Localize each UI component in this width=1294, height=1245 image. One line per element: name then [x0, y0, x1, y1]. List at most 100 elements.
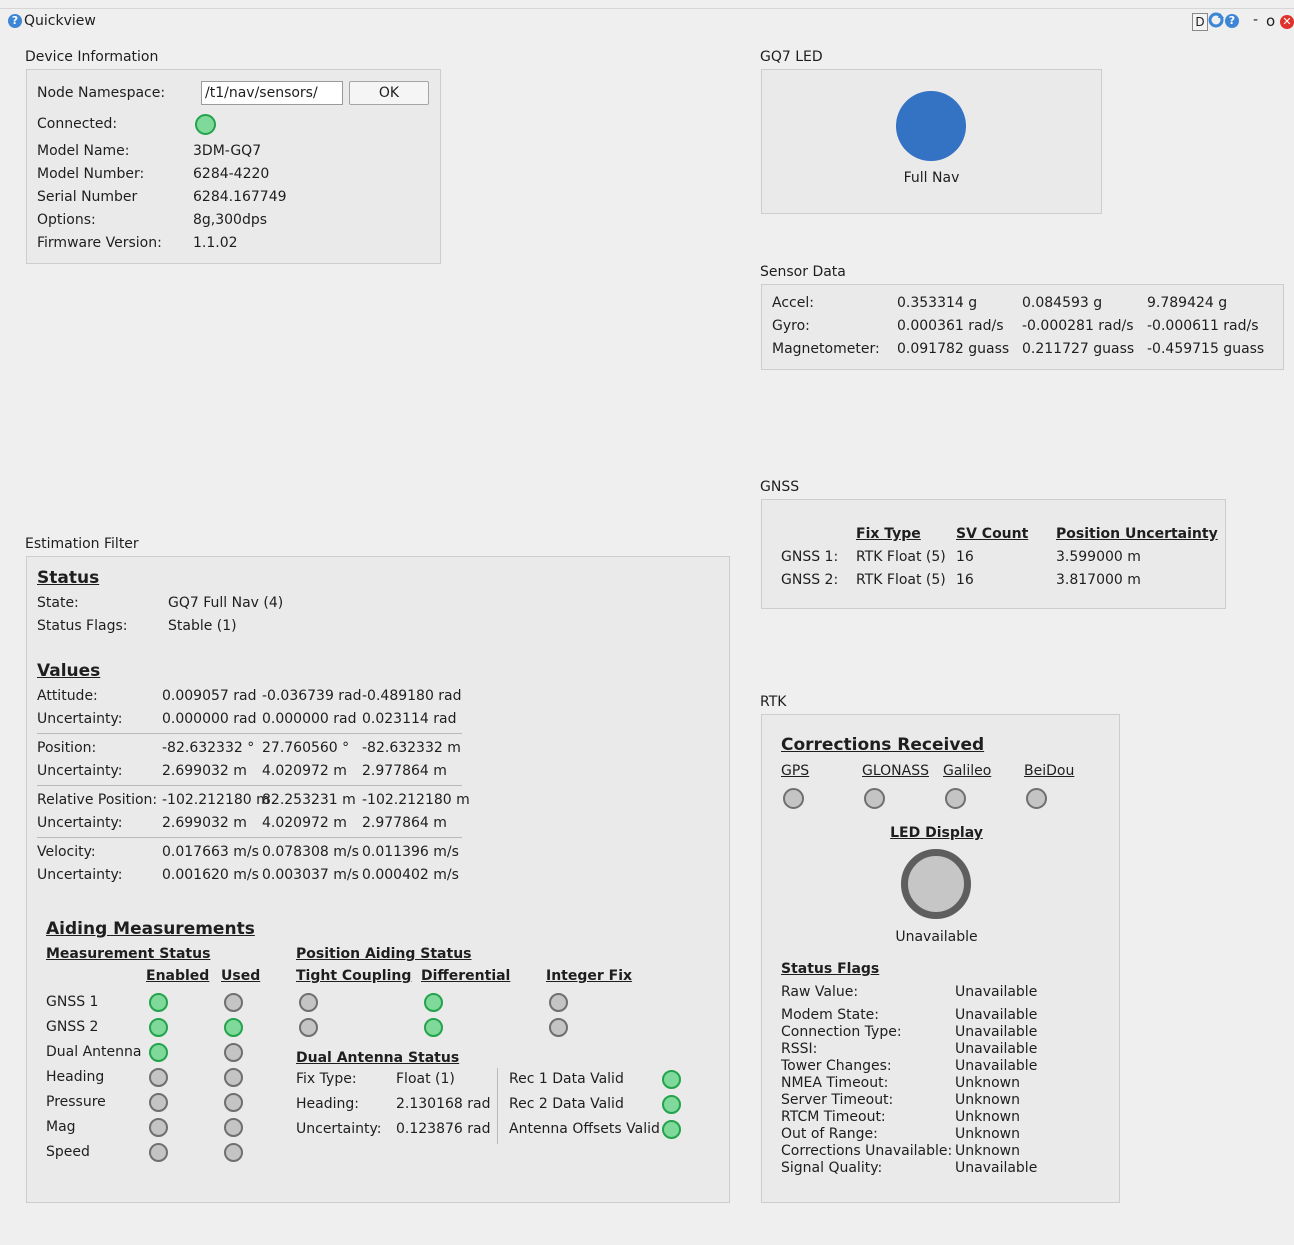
status-header: Status: [37, 568, 100, 588]
differential-indicator: [424, 993, 443, 1012]
sensor-row-label: Gyro:: [772, 318, 810, 334]
estimation-value: 2.977864 m: [362, 815, 447, 831]
integer-fix-header: Integer Fix: [546, 968, 633, 984]
tight-coupling-indicator: [299, 993, 318, 1012]
enabled-indicator: [149, 993, 168, 1012]
sensor-value-z: 9.789424 g: [1147, 295, 1228, 311]
used-indicator: [224, 993, 243, 1012]
integer-fix-indicator: [549, 993, 568, 1012]
rtk-led-indicator: [901, 849, 971, 919]
gnss-header-unc: Position Uncertainty: [1056, 526, 1218, 542]
connected-indicator: [195, 114, 216, 135]
row-separator: [37, 733, 462, 734]
rtk-flag-label: NMEA Timeout:: [781, 1075, 889, 1091]
device-row-value: 3DM-GQ7: [193, 143, 262, 159]
enabled-indicator: [149, 1018, 168, 1037]
raw-value: Unavailable: [955, 984, 1038, 1000]
valid-label: Rec 2 Data Valid: [509, 1096, 624, 1112]
used-indicator: [224, 1118, 243, 1137]
used-header: Used: [221, 968, 261, 984]
device-row-label: Options:: [37, 212, 96, 228]
dock-button[interactable]: D: [1192, 13, 1208, 31]
enabled-indicator: [149, 1043, 168, 1062]
gnss-position-uncertainty: 3.817000 m: [1056, 572, 1141, 588]
device-row-value: 8g,300dps: [193, 212, 268, 228]
rtk-flag-label: RSSI:: [781, 1041, 818, 1057]
namespace-input[interactable]: [201, 81, 343, 105]
estimation-value: -0.489180 rad: [362, 688, 462, 704]
close-icon[interactable]: ✕: [1280, 15, 1294, 29]
gnss-header-fix: Fix Type: [856, 526, 921, 542]
led-display-value: Unavailable: [895, 929, 978, 945]
valid-indicator: [662, 1095, 681, 1114]
gq7-led-title: GQ7 LED: [760, 49, 823, 65]
device-row-value: 1.1.02: [193, 235, 238, 251]
dual-antenna-value: 0.123876 rad: [396, 1121, 491, 1137]
refresh-icon[interactable]: [1208, 12, 1224, 28]
aiding-row-label: GNSS 1: [46, 994, 99, 1010]
dual-antenna-value: Float (1): [396, 1071, 455, 1087]
estimation-row-label: Uncertainty:: [37, 867, 123, 883]
gnss-title: GNSS: [760, 479, 800, 495]
gnss-sv-count: 16: [956, 572, 974, 588]
rtk-flag-label: Out of Range:: [781, 1126, 878, 1142]
enabled-indicator: [149, 1143, 168, 1162]
gnss-position-uncertainty: 3.599000 m: [1056, 549, 1141, 565]
restore-button[interactable]: o: [1266, 12, 1275, 30]
differential-indicator: [424, 1018, 443, 1037]
constellation-indicator: [864, 788, 885, 809]
minimize-button[interactable]: -: [1253, 12, 1258, 28]
aiding-row-label: Speed: [46, 1144, 90, 1160]
dual-antenna-divider: [497, 1068, 498, 1144]
dual-antenna-label: Fix Type:: [296, 1071, 357, 1087]
gnss-row-label: GNSS 2:: [781, 572, 839, 588]
dual-antenna-value: 2.130168 rad: [396, 1096, 491, 1112]
constellation-indicator: [945, 788, 966, 809]
tight-coupling-header: Tight Coupling: [296, 968, 412, 984]
used-indicator: [224, 1068, 243, 1087]
led-display-header: LED Display: [890, 825, 983, 841]
estimation-value: 0.017663 m/s: [162, 844, 259, 860]
sensor-value-z: -0.459715 guass: [1147, 341, 1265, 357]
ok-button[interactable]: OK: [349, 81, 429, 105]
constellation-label: GPS: [781, 763, 810, 779]
gnss-group: Fix Type SV Count Position Uncertainty G…: [761, 499, 1226, 609]
title-bar: ? Quickview D ? - o ✕: [0, 9, 1294, 35]
connected-label: Connected:: [37, 116, 118, 132]
help-icon[interactable]: ?: [8, 14, 22, 28]
estimation-value: 0.000402 m/s: [362, 867, 459, 883]
estimation-value: -82.632332 m: [362, 740, 461, 756]
aiding-row-label: GNSS 2: [46, 1019, 99, 1035]
sensor-row-label: Magnetometer:: [772, 341, 880, 357]
estimation-row-label: Uncertainty:: [37, 711, 123, 727]
sensor-value-y: 0.084593 g: [1022, 295, 1103, 311]
device-info-group: Node Namespace: OK Connected: Model Name…: [26, 69, 441, 264]
namespace-label: Node Namespace:: [37, 85, 166, 101]
rtk-flag-value: Unavailable: [955, 1041, 1038, 1057]
rtk-title: RTK: [760, 694, 787, 710]
differential-header: Differential: [421, 968, 511, 984]
enabled-indicator: [149, 1093, 168, 1112]
estimation-value: 2.977864 m: [362, 763, 447, 779]
sensor-value-y: 0.211727 guass: [1022, 341, 1135, 357]
estimation-value: -102.212180 m: [162, 792, 270, 808]
rtk-flag-label: Corrections Unavailable:: [781, 1143, 953, 1159]
constellation-label: BeiDou: [1024, 763, 1075, 779]
estimation-value: 0.000000 rad: [162, 711, 257, 727]
help-icon-right[interactable]: ?: [1225, 14, 1239, 28]
estimation-row-label: Position:: [37, 740, 97, 756]
position-aiding-header: Position Aiding Status: [296, 946, 472, 962]
estimation-value: 2.699032 m: [162, 815, 247, 831]
estimation-value: 0.000000 rad: [262, 711, 357, 727]
estimation-filter-title: Estimation Filter: [25, 536, 139, 552]
sensor-value-y: -0.000281 rad/s: [1022, 318, 1134, 334]
used-indicator: [224, 1018, 243, 1037]
aiding-header: Aiding Measurements: [46, 919, 255, 939]
estimation-value: -82.632332 °: [162, 740, 255, 756]
device-row-label: Model Number:: [37, 166, 145, 182]
gnss-sv-count: 16: [956, 549, 974, 565]
row-separator: [37, 785, 462, 786]
dual-antenna-label: Heading:: [296, 1096, 359, 1112]
rtk-flag-value: Unavailable: [955, 1058, 1038, 1074]
rtk-flag-label: RTCM Timeout:: [781, 1109, 886, 1125]
